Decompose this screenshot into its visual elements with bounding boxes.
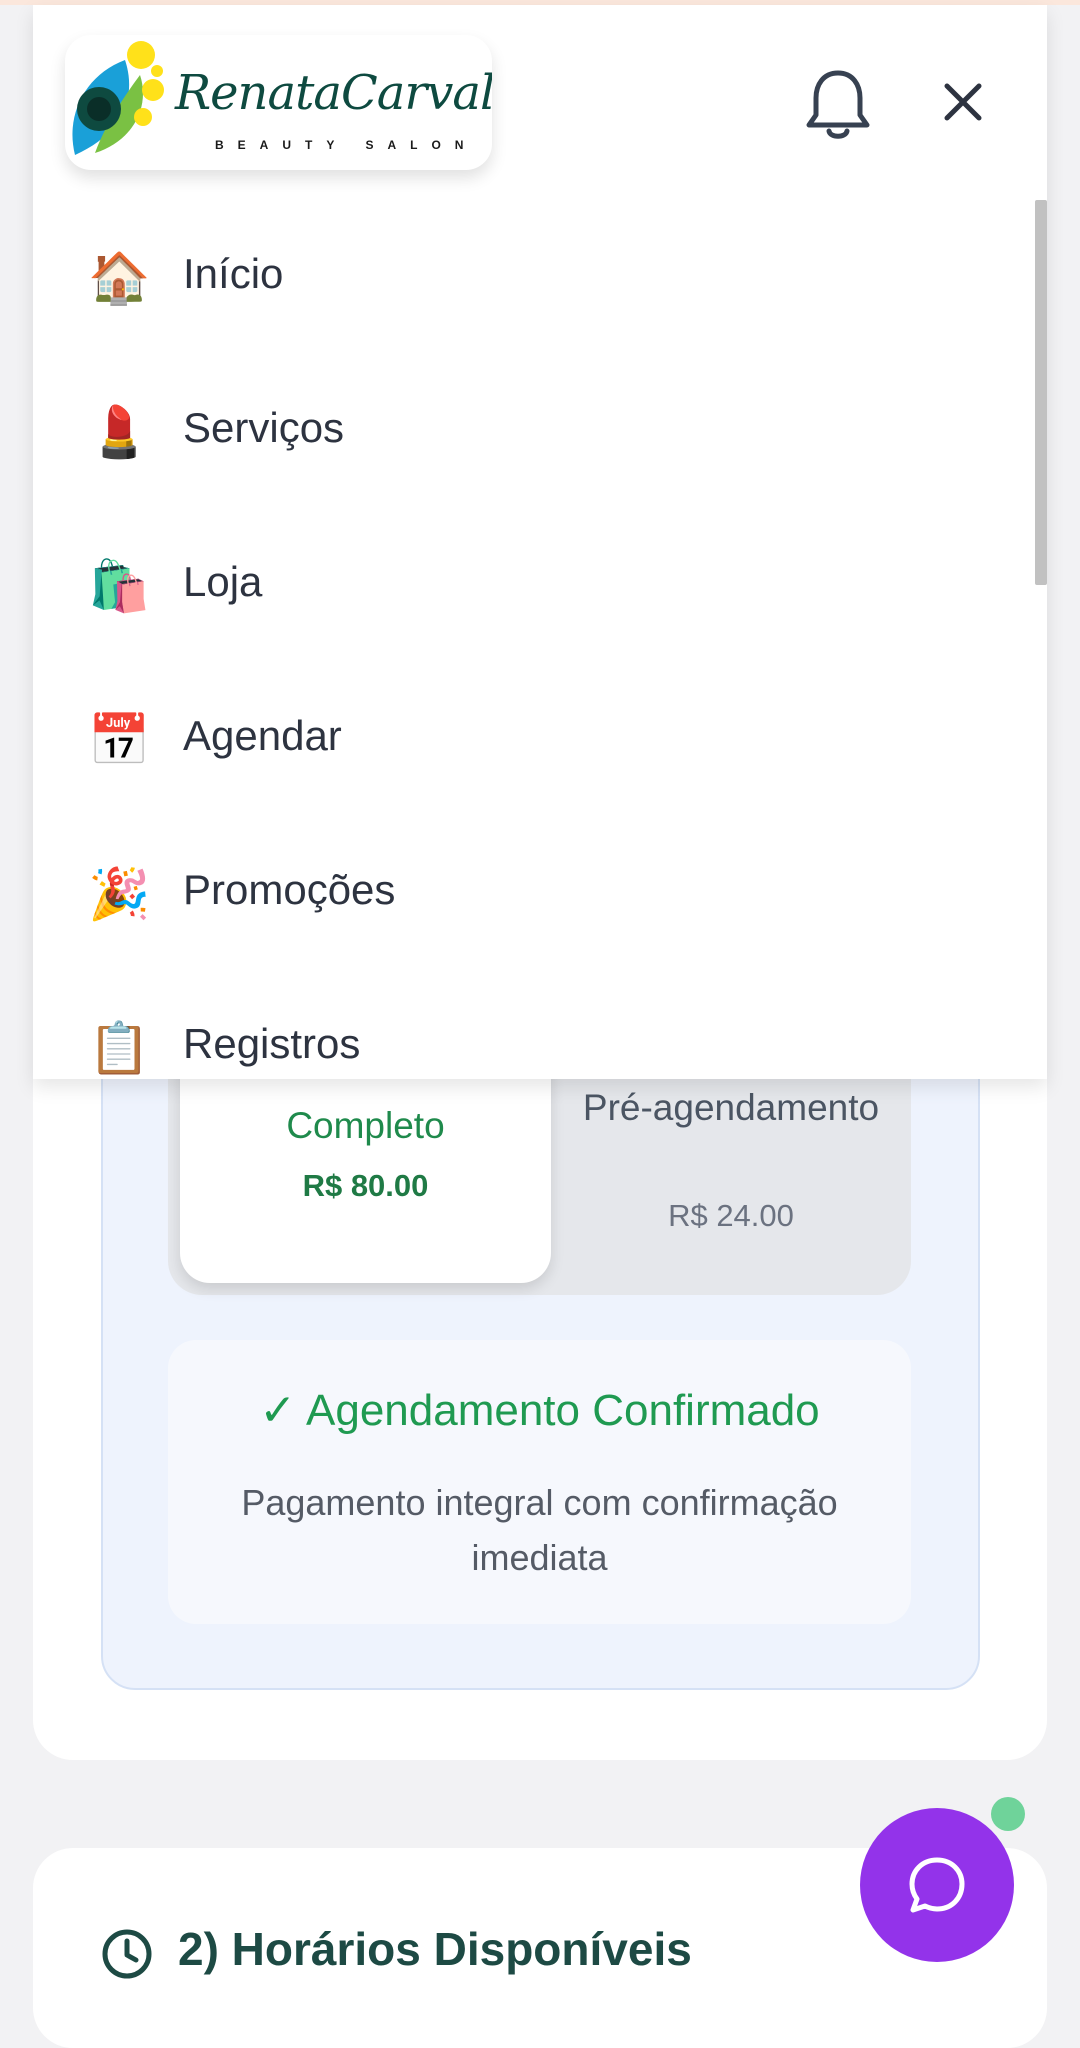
payment-option-full-label: Completo [286, 1105, 445, 1146]
navigation-drawer: RenataCarvalhaes BEAUTY SALON 🏠 Início 💄… [33, 5, 1047, 1079]
menu-item-label: Loja [183, 558, 263, 605]
logo-tagline: BEAUTY SALON [215, 138, 478, 152]
payment-option-full-price: R$ 80.00 [302, 1168, 429, 1203]
menu-item-label: Início [183, 250, 284, 297]
payment-option-pre-price: R$ 24.00 [668, 1198, 794, 1233]
section-title: 2) Horários Disponíveis [178, 1923, 692, 1975]
menu-item-label: Serviços [183, 404, 345, 451]
menu-item-inicio[interactable]: 🏠 Início [33, 200, 1033, 354]
confirmation-box: ✓ Agendamento Confirmado Pagamento integ… [168, 1340, 911, 1624]
scrollbar-thumb[interactable] [1035, 200, 1047, 585]
house-icon: 🏠 [88, 250, 151, 306]
calendar-icon: 📅 [88, 712, 151, 768]
menu-item-loja[interactable]: 🛍️ Loja [33, 508, 1033, 662]
menu-item-label: Agendar [183, 712, 342, 759]
logo-name: RenataCarvalhaes [175, 65, 492, 121]
menu-item-label: Promoções [183, 866, 396, 913]
bell-icon[interactable] [803, 65, 873, 145]
close-icon[interactable] [933, 72, 993, 132]
chat-button[interactable] [860, 1808, 1014, 1962]
logo-mark-icon [72, 41, 164, 155]
drawer-header: RenataCarvalhaes BEAUTY SALON [33, 5, 1047, 200]
party-popper-icon: 🎉 [88, 866, 151, 922]
confirmation-description: Pagamento integral com confirmação imedi… [241, 1482, 838, 1578]
logo[interactable]: RenataCarvalhaes BEAUTY SALON [65, 35, 492, 170]
menu-item-promocoes[interactable]: 🎉 Promoções [33, 816, 1033, 970]
menu-item-label: Registros [183, 1020, 361, 1067]
clipboard-icon: 📋 [88, 1020, 151, 1076]
menu-item-agendar[interactable]: 📅 Agendar [33, 662, 1033, 816]
confirmation-title: ✓ Agendamento Confirmado [259, 1386, 820, 1435]
drawer-menu-list[interactable]: 🏠 Início 💄 Serviços 🛍️ Loja 📅 Agendar 🎉 … [33, 200, 1047, 1079]
online-status-dot [991, 1797, 1025, 1831]
clock-icon [102, 1929, 152, 1979]
menu-item-servicos[interactable]: 💄 Serviços [33, 354, 1033, 508]
lipstick-icon: 💄 [88, 404, 151, 460]
menu-item-registros[interactable]: 📋 Registros [33, 970, 1033, 1079]
shopping-bags-icon: 🛍️ [88, 558, 151, 614]
chat-bubble-icon [909, 1857, 965, 1913]
payment-option-pre-label: Pré-agendamento [582, 1087, 880, 1128]
